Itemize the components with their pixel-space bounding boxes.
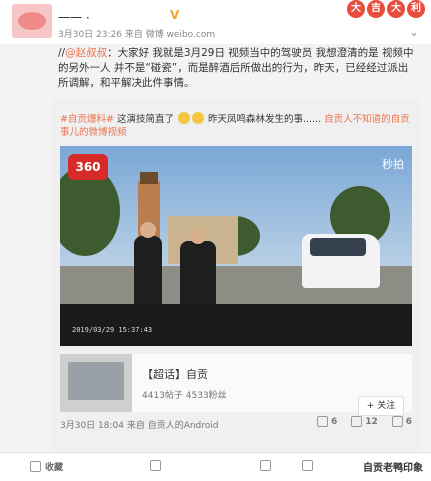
- verified-badge: V: [170, 8, 180, 22]
- reposted-card: #自贡爆料# 这演技简直了 昨天凤鸣森林发生的事...... 自贡人不知道的自贡…: [52, 98, 420, 450]
- action-bar: 收藏 自贡老鸭印象: [0, 452, 431, 481]
- comment-button[interactable]: [260, 460, 271, 471]
- person-head: [140, 222, 156, 238]
- collect-label: 收藏: [45, 463, 64, 473]
- person-driver: [134, 236, 162, 306]
- like-icon: [391, 416, 403, 427]
- car-window: [310, 238, 366, 256]
- more-icon[interactable]: ⌄: [409, 25, 419, 39]
- post-meta: 3月30日 23:26 来自 微博 weibo.com: [58, 30, 216, 40]
- person-other: [180, 241, 216, 307]
- miaopai-label: 秒拍: [382, 158, 404, 171]
- tower-top: [140, 172, 158, 184]
- repost-text: #自贡爆料# 这演技简直了 昨天凤鸣森林发生的事...... 自贡人不知道的自贡…: [60, 112, 416, 139]
- video-player[interactable]: 360 秒拍 2019/03/29 15:37:43: [60, 146, 412, 346]
- forward-count: 6: [330, 416, 338, 427]
- thumb-icon: [302, 460, 313, 471]
- like-count: 6: [405, 416, 412, 427]
- star-icon: [30, 461, 41, 472]
- emoji-icon: [177, 112, 190, 124]
- comment-count: 12: [365, 416, 378, 427]
- brand-logo: 大 吉 大 利: [347, 0, 425, 18]
- share-icon: [150, 460, 161, 471]
- topic-stats: 4413帖子 4533粉丝: [142, 391, 227, 401]
- avatar[interactable]: [12, 4, 52, 38]
- logo-char-3: 大: [387, 0, 405, 18]
- 360-logo: 360: [68, 154, 108, 180]
- body-text: ：大家好 我就是3月29日 视频当中的驾驶员 我想澄清的是 视频中的另外一人 并…: [58, 47, 414, 89]
- repost-forward[interactable]: 6: [316, 416, 338, 427]
- supertopic-card[interactable]: 【超话】自贡 4413帖子 4533粉丝 + 关注: [60, 354, 412, 416]
- collect-button[interactable]: 收藏: [30, 460, 63, 473]
- username[interactable]: 一一 ·: [58, 9, 90, 26]
- post-body: //@赵叔叔：大家好 我就是3月29日 视频当中的驾驶员 我想澄清的是 视频中的…: [58, 46, 418, 91]
- comment-icon: [351, 416, 363, 427]
- watermark: 自贡老鸭印象: [363, 463, 423, 474]
- repost-line: 这演技简直了: [113, 114, 177, 125]
- forward-icon: [316, 416, 328, 427]
- weibo-card: 一一 · V 3月30日 23:26 来自 微博 weibo.com 大 吉 大…: [0, 0, 431, 481]
- repost-line-2: 昨天凤鸣森林发生的事......: [204, 114, 322, 125]
- repost-meta: 3月30日 18:04 来自 自贡人的Android: [60, 421, 219, 431]
- mention-link[interactable]: @赵叔叔: [65, 47, 107, 59]
- forward-button[interactable]: [150, 460, 161, 471]
- post-header: 一一 · V 3月30日 23:26 来自 微博 weibo.com 大 吉 大…: [0, 0, 431, 44]
- repost-actions: 6 12 6: [316, 416, 412, 427]
- logo-char-4: 利: [407, 0, 425, 18]
- logo-char-1: 大: [347, 0, 365, 18]
- topic-title[interactable]: 【超话】自贡: [142, 366, 208, 382]
- follow-button[interactable]: + 关注: [358, 396, 404, 416]
- dashboard: [60, 304, 412, 346]
- person-head: [190, 228, 206, 244]
- repost-like[interactable]: 6: [391, 416, 412, 427]
- repost-comment[interactable]: 12: [351, 416, 378, 427]
- repost-tag[interactable]: #自贡爆料#: [60, 114, 114, 125]
- like-button[interactable]: [302, 460, 313, 471]
- logo-char-2: 吉: [367, 0, 385, 18]
- video-timestamp: 2019/03/29 15:37:43: [72, 326, 153, 334]
- comment-icon: [260, 460, 271, 471]
- emoji-icon: [191, 112, 204, 124]
- topic-thumbnail: [60, 354, 132, 412]
